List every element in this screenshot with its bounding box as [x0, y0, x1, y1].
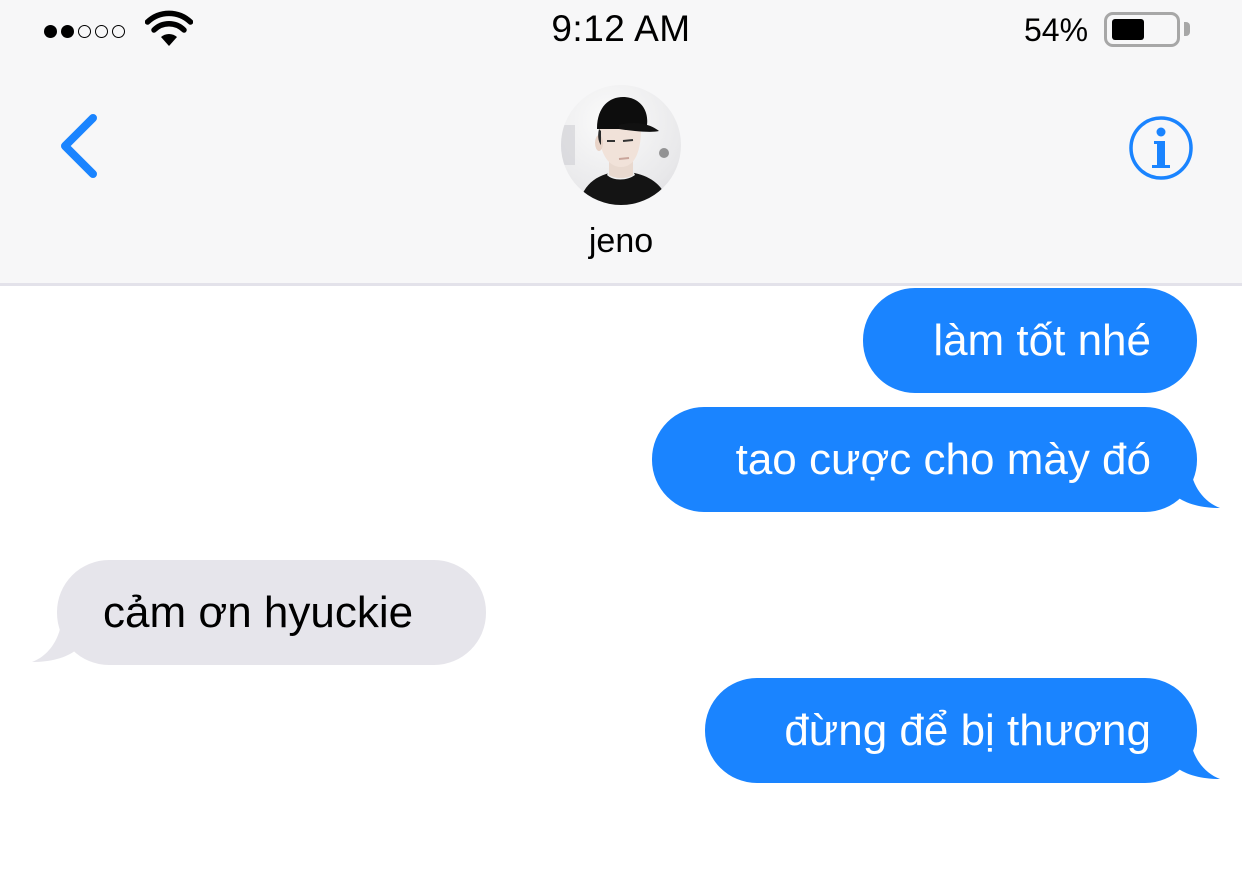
- chevron-left-icon: [61, 114, 97, 178]
- battery-icon: [1104, 12, 1180, 47]
- conversation-header: 9:12 AM 54% jeno: [0, 0, 1242, 286]
- outgoing-message-bubble[interactable]: đừng để bị thương: [705, 678, 1197, 783]
- battery-terminal: [1184, 22, 1190, 36]
- outgoing-message-bubble[interactable]: tao cược cho mày đó: [652, 407, 1197, 512]
- message-text: làm tốt nhé: [933, 316, 1151, 365]
- outgoing-bubble-tail: [1168, 466, 1220, 508]
- message-text: cảm ơn hyuckie: [103, 588, 414, 637]
- message-text: tao cược cho mày đó: [735, 435, 1151, 484]
- contact-avatar[interactable]: [561, 85, 681, 205]
- battery-percentage: 54%: [1024, 12, 1089, 48]
- contact-name[interactable]: jeno: [0, 222, 1242, 261]
- contact-photo: [561, 97, 669, 205]
- message-text: đừng để bị thương: [784, 706, 1151, 755]
- outgoing-bubble-tail: [1168, 737, 1220, 779]
- outgoing-message-bubble[interactable]: làm tốt nhé: [863, 288, 1197, 393]
- info-button[interactable]: [1128, 115, 1194, 181]
- battery-level-fill: [1112, 19, 1144, 40]
- incoming-bubble-tail: [32, 618, 84, 662]
- back-button[interactable]: [55, 110, 105, 182]
- incoming-message-bubble[interactable]: cảm ơn hyuckie: [57, 560, 486, 665]
